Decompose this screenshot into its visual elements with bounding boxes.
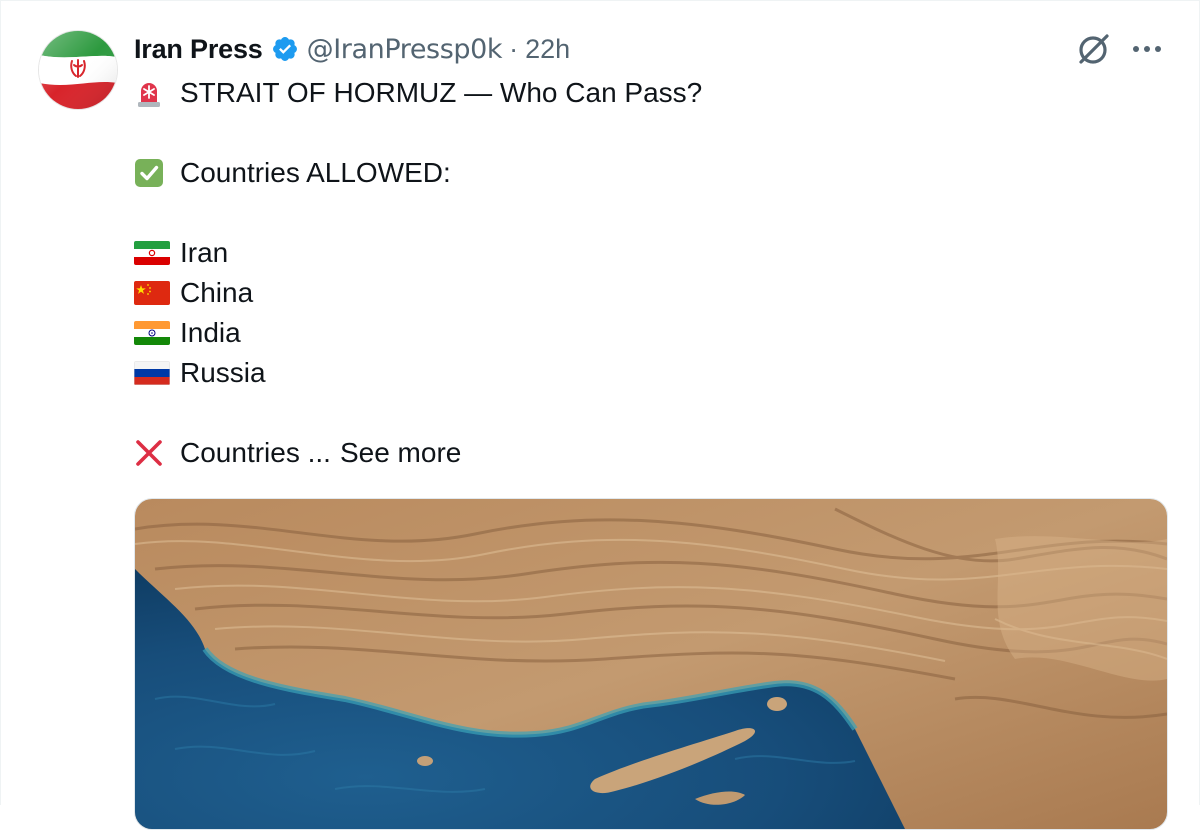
rotating-light-icon xyxy=(134,79,170,107)
iran-flag-avatar-icon xyxy=(39,31,117,109)
country-line-china: China xyxy=(134,273,1134,313)
country-name: China xyxy=(180,277,254,308)
cross-mark-icon xyxy=(134,439,170,467)
headline-line: STRAIT OF HORMUZ — Who Can Pass? xyxy=(134,73,1134,113)
separator-dot: · xyxy=(509,33,519,64)
more-options-icon[interactable] xyxy=(1131,41,1163,57)
iran-flag-icon xyxy=(134,241,170,265)
allowed-heading-text: Countries ALLOWED: xyxy=(180,157,451,188)
china-flag-icon xyxy=(134,281,170,305)
timestamp[interactable]: 22h xyxy=(525,34,570,65)
author-handle[interactable]: @IranPressp0k xyxy=(307,34,503,65)
check-mark-button-icon xyxy=(134,159,170,187)
avatar[interactable] xyxy=(39,31,117,109)
verified-badge-icon xyxy=(272,37,297,61)
tweet-header: Iran Press @IranPressp0k · 22h xyxy=(134,29,570,69)
blocked-heading-line: Countries ... See more xyxy=(134,433,1134,473)
blocked-heading-text: Countries ... xyxy=(180,437,331,468)
satellite-map-image xyxy=(135,499,1167,829)
tweet-media-image[interactable] xyxy=(134,498,1168,830)
india-flag-icon xyxy=(134,321,170,345)
country-line-india: India xyxy=(134,313,1134,353)
grok-icon[interactable] xyxy=(1076,31,1112,67)
country-name: Iran xyxy=(180,237,229,268)
allowed-heading-line: Countries ALLOWED: xyxy=(134,153,1134,193)
tweet-text: STRAIT OF HORMUZ — Who Can Pass? Countri… xyxy=(134,73,1134,473)
headline-text: STRAIT OF HORMUZ — Who Can Pass? xyxy=(180,77,703,108)
country-line-iran: Iran xyxy=(134,233,1134,273)
russia-flag-icon xyxy=(134,361,170,385)
author-name[interactable]: Iran Press xyxy=(134,34,263,65)
tweet-card[interactable]: Iran Press @IranPressp0k · 22h STRAIT OF… xyxy=(0,0,1200,830)
country-name: India xyxy=(180,317,241,348)
country-name: Russia xyxy=(180,357,266,388)
see-more-link[interactable]: See more xyxy=(340,437,461,469)
country-line-russia: Russia xyxy=(134,353,1134,393)
